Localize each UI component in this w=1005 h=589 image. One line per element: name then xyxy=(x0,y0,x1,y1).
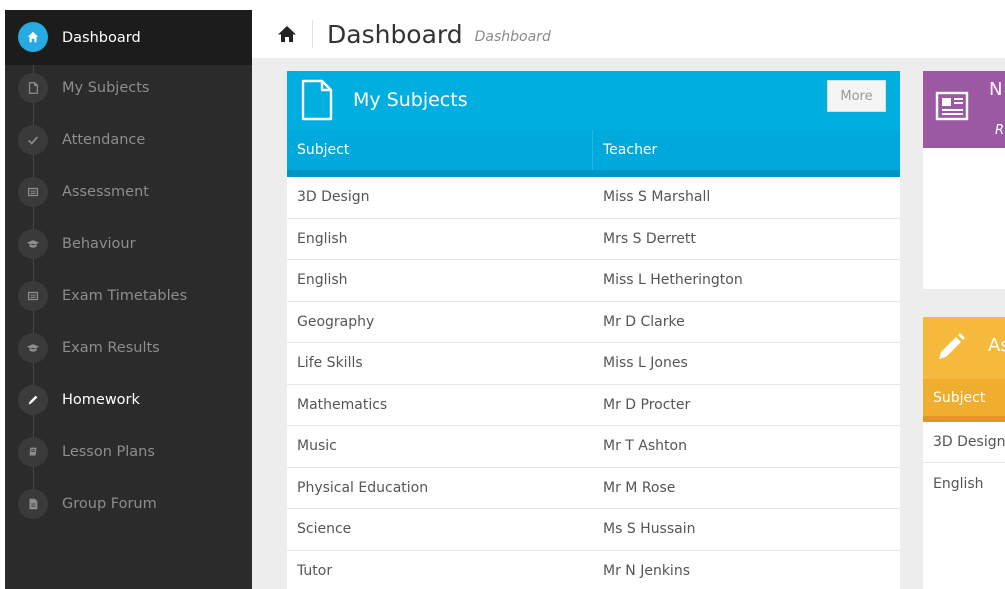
sidebar-item-assessment[interactable]: Assessment xyxy=(5,166,252,218)
home-icon[interactable] xyxy=(276,23,298,45)
column-header-subject: Subject xyxy=(287,130,593,170)
file-icon xyxy=(301,79,333,121)
sidebar: Dashboard My Subjects Attendance Assessm… xyxy=(5,10,252,589)
table-row: Physical Education Mr M Rose xyxy=(287,468,900,509)
table-row: Life Skills Miss L Jones xyxy=(287,343,900,385)
home-icon xyxy=(18,22,48,52)
teacher-cell: Miss L Hetherington xyxy=(603,272,743,289)
table-row: Tutor Mr N Jenkins xyxy=(287,551,900,589)
newspaper-icon xyxy=(935,91,969,121)
check-icon xyxy=(18,125,48,155)
book-icon xyxy=(18,437,48,467)
sidebar-item-homework[interactable]: Homework xyxy=(5,374,252,426)
sidebar-item-label: Homework xyxy=(62,392,140,408)
document-icon xyxy=(18,489,48,519)
panel-subtitle: R xyxy=(995,123,1005,138)
panel-title: N xyxy=(989,79,1003,100)
teacher-cell: Mr D Clarke xyxy=(603,313,685,330)
table-header: Subject Teacher xyxy=(287,130,900,177)
sidebar-item-attendance[interactable]: Attendance xyxy=(5,114,252,166)
sidebar-item-label: Attendance xyxy=(62,132,146,148)
table-row: 3D Design Miss S Marshall xyxy=(287,177,900,219)
table-row: English xyxy=(933,475,984,492)
sidebar-item-label: Group Forum xyxy=(62,496,157,512)
teacher-cell: Mrs S Derrett xyxy=(603,230,696,247)
pencil-icon xyxy=(939,333,965,359)
teacher-cell: Mr D Procter xyxy=(603,396,691,413)
sidebar-item-label: Dashboard xyxy=(62,29,141,46)
subject-cell: Geography xyxy=(297,313,375,330)
subject-cell: Life Skills xyxy=(297,355,363,372)
sidebar-item-my-subjects[interactable]: My Subjects xyxy=(5,62,252,114)
teacher-cell: Miss S Marshall xyxy=(603,189,711,206)
sidebar-item-label: Assessment xyxy=(62,184,149,200)
subject-cell: Science xyxy=(297,521,352,538)
my-subjects-panel: My Subjects More Subject Teacher 3D Desi… xyxy=(287,71,900,589)
sidebar-item-dashboard[interactable]: Dashboard xyxy=(5,10,252,65)
panel-title: As xyxy=(988,335,1005,356)
subject-cell: Physical Education xyxy=(297,479,429,496)
panel-header: N R xyxy=(923,71,1005,148)
table-row: English Mrs S Derrett xyxy=(287,219,900,260)
teacher-cell: Mr N Jenkins xyxy=(603,562,690,579)
subject-cell: 3D Design xyxy=(297,189,370,206)
table-row: Geography Mr D Clarke xyxy=(287,302,900,343)
file-icon xyxy=(18,73,48,103)
subject-cell: English xyxy=(297,272,348,289)
sidebar-item-label: Exam Results xyxy=(62,340,160,356)
table-row: Music Mr T Ashton xyxy=(287,426,900,468)
sidebar-item-behaviour[interactable]: Behaviour xyxy=(5,218,252,270)
more-button[interactable]: More xyxy=(827,80,886,112)
sidebar-item-label: My Subjects xyxy=(62,80,150,96)
list-icon xyxy=(18,177,48,207)
panel-header: My Subjects More xyxy=(287,71,900,130)
teacher-cell: Mr M Rose xyxy=(603,479,676,496)
table-row: 3D Design xyxy=(923,422,1005,463)
pencil-icon xyxy=(18,385,48,415)
subject-cell: Mathematics xyxy=(297,396,388,413)
teacher-cell: Mr T Ashton xyxy=(603,438,687,455)
subject-cell: Music xyxy=(297,438,337,455)
graduation-cap-icon xyxy=(18,229,48,259)
subject-cell: Tutor xyxy=(297,562,333,579)
page-subtitle: Dashboard xyxy=(474,29,551,45)
page-header: Dashboard Dashboard xyxy=(252,10,1005,58)
sidebar-item-exam-results[interactable]: Exam Results xyxy=(5,322,252,374)
subject-cell: English xyxy=(297,230,348,247)
table-row: English Miss L Hetherington xyxy=(287,260,900,302)
panel-header: As xyxy=(923,317,1005,379)
graduation-cap-icon xyxy=(18,333,48,363)
sidebar-item-lesson-plans[interactable]: Lesson Plans xyxy=(5,426,252,478)
table-row: Mathematics Mr D Procter xyxy=(287,385,900,426)
teacher-cell: Miss L Jones xyxy=(603,355,688,372)
teacher-cell: Ms S Hussain xyxy=(603,521,696,538)
header-divider xyxy=(312,20,313,48)
sidebar-item-exam-timetables[interactable]: Exam Timetables xyxy=(5,270,252,322)
table-body: 3D Design Miss S Marshall English Mrs S Der… xyxy=(287,177,900,589)
news-panel: N R xyxy=(923,71,1005,289)
assessment-panel: As Subject 3D Design English xyxy=(923,317,1005,589)
sidebar-item-group-forum[interactable]: Group Forum xyxy=(5,478,252,530)
column-header-teacher: Teacher xyxy=(603,142,658,158)
list-icon xyxy=(18,281,48,311)
page-title: Dashboard xyxy=(327,19,463,49)
sidebar-item-label: Lesson Plans xyxy=(62,444,155,460)
column-header-subject: Subject xyxy=(923,379,1005,422)
sidebar-item-label: Behaviour xyxy=(62,236,136,252)
table-row: Science Ms S Hussain xyxy=(287,509,900,551)
panel-title: My Subjects xyxy=(353,89,468,111)
sidebar-item-label: Exam Timetables xyxy=(62,288,188,304)
